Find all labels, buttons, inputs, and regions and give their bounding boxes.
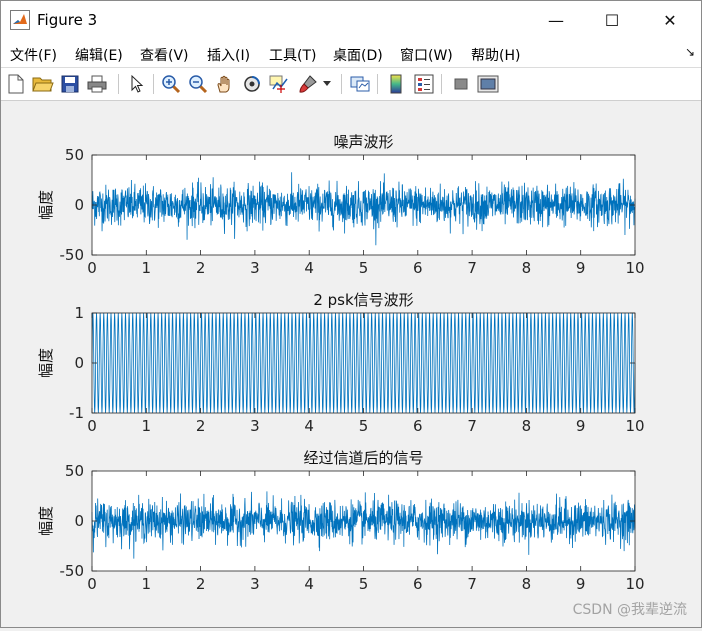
x-tick-label: 8 xyxy=(522,575,532,593)
x-tick-label: 9 xyxy=(576,259,586,277)
x-tick-label: 6 xyxy=(413,259,423,277)
x-tick-label: 6 xyxy=(413,417,423,435)
data-cursor-icon[interactable] xyxy=(268,73,290,95)
close-button[interactable]: ✕ xyxy=(647,1,693,39)
x-tick-label: 4 xyxy=(304,575,314,593)
maximize-icon: ☐ xyxy=(604,10,620,30)
x-tick-label: 6 xyxy=(413,575,423,593)
minimize-button[interactable]: — xyxy=(533,1,579,39)
x-tick-label: 1 xyxy=(142,575,152,593)
y-axis-label: 幅度 xyxy=(37,506,55,536)
legend-icon[interactable] xyxy=(413,73,435,95)
toolbar-separator xyxy=(441,74,442,94)
minimize-icon: — xyxy=(548,10,564,30)
x-tick-label: 0 xyxy=(87,417,97,435)
menu-edit[interactable]: 编辑(E) xyxy=(75,45,123,65)
plot-1: 0 1 2 3 4 5 6 7 8 9 10500-50噪声波形幅度 xyxy=(37,133,645,277)
x-tick-label: 2 xyxy=(196,417,206,435)
maximize-button[interactable]: ☐ xyxy=(589,1,635,39)
toolbar-separator xyxy=(118,74,119,94)
menu-view[interactable]: 查看(V) xyxy=(140,45,189,65)
plot-3: 0 1 2 3 4 5 6 7 8 9 10500-50经过信道后的信号幅度 xyxy=(37,449,645,593)
pan-hand-icon[interactable] xyxy=(214,73,236,95)
save-icon[interactable] xyxy=(59,73,81,95)
plot-title: 2 psk信号波形 xyxy=(313,291,413,309)
close-icon: ✕ xyxy=(663,10,677,30)
x-tick-label: 5 xyxy=(359,259,369,277)
plot-title: 经过信道后的信号 xyxy=(303,449,423,467)
brush-dropdown-icon[interactable] xyxy=(321,73,333,95)
x-tick-label: 0 xyxy=(87,259,97,277)
x-tick-label: 10 xyxy=(625,259,644,277)
brush-icon[interactable] xyxy=(297,73,319,95)
x-tick-label: 3 xyxy=(250,575,260,593)
menu-insert[interactable]: 插入(I) xyxy=(207,45,250,65)
y-tick-label: 1 xyxy=(74,304,84,322)
title-bar[interactable]: Figure 3 — ☐ ✕ xyxy=(1,1,701,39)
figure-window: Figure 3 — ☐ ✕ 文件(F) 编辑(E) 查看(V) 插入(I) 工… xyxy=(0,0,702,628)
x-tick-label: 4 xyxy=(304,259,314,277)
x-tick-label: 2 xyxy=(196,259,206,277)
y-tick-label: 50 xyxy=(65,462,84,480)
x-tick-label: 4 xyxy=(304,417,314,435)
x-tick-label: 1 xyxy=(142,259,152,277)
y-tick-label: -50 xyxy=(60,246,85,264)
x-tick-label: 2 xyxy=(196,575,206,593)
window-title: Figure 3 xyxy=(37,11,98,29)
toolbar-separator xyxy=(153,74,154,94)
select-arrow-icon[interactable] xyxy=(126,73,148,95)
x-tick-label: 7 xyxy=(467,575,477,593)
menu-window[interactable]: 窗口(W) xyxy=(400,45,453,65)
new-figure-icon[interactable] xyxy=(5,73,27,95)
x-tick-label: 3 xyxy=(250,417,260,435)
y-tick-label: 0 xyxy=(74,196,84,214)
plots-svg: 0 1 2 3 4 5 6 7 8 9 10500-50噪声波形幅度0 1 2 3 4 5 6 7 8 9 1010-1… xyxy=(37,133,645,593)
zoom-in-icon[interactable] xyxy=(160,73,182,95)
zoom-out-icon[interactable] xyxy=(187,73,209,95)
toolbar-separator xyxy=(341,74,342,94)
y-tick-label: 0 xyxy=(74,512,84,530)
open-file-icon[interactable] xyxy=(32,73,54,95)
dock-arrow-icon[interactable]: ↘ xyxy=(685,45,695,59)
y-tick-label: -1 xyxy=(69,404,84,422)
plot-title: 噪声波形 xyxy=(333,133,393,151)
rotate-3d-icon[interactable] xyxy=(241,73,263,95)
y-tick-label: 50 xyxy=(65,146,84,164)
hide-plot-tools-icon[interactable] xyxy=(450,73,472,95)
x-tick-label: 9 xyxy=(576,575,586,593)
figure-canvas[interactable]: 0 1 2 3 4 5 6 7 8 9 10 50 0 -50 噪声波形 幅度 0 1 2 3 4 5 6 7 8 9 10 1 0 -1… xyxy=(1,101,701,627)
x-tick-label: 5 xyxy=(359,575,369,593)
y-tick-label: 0 xyxy=(74,354,84,372)
y-axis-label: 幅度 xyxy=(37,190,55,220)
csdn-watermark: CSDN @我辈逆流 xyxy=(572,602,687,618)
matlab-logo-icon xyxy=(10,10,30,30)
x-tick-label: 8 xyxy=(522,259,532,277)
colorbar-icon[interactable] xyxy=(385,73,407,95)
x-tick-label: 1 xyxy=(142,417,152,435)
menu-tools[interactable]: 工具(T) xyxy=(269,45,316,65)
x-tick-label: 9 xyxy=(576,417,586,435)
x-tick-label: 7 xyxy=(467,259,477,277)
plot-2: 0 1 2 3 4 5 6 7 8 9 1010-12 psk信号波形幅度 xyxy=(37,291,645,435)
show-plot-tools-icon[interactable] xyxy=(477,73,499,95)
x-tick-label: 8 xyxy=(522,417,532,435)
menu-file[interactable]: 文件(F) xyxy=(10,45,57,65)
x-tick-label: 10 xyxy=(625,575,644,593)
menu-bar: 文件(F) 编辑(E) 查看(V) 插入(I) 工具(T) 桌面(D) 窗口(W… xyxy=(1,39,701,68)
x-tick-label: 10 xyxy=(625,417,644,435)
x-tick-label: 0 xyxy=(87,575,97,593)
link-plot-icon[interactable] xyxy=(349,73,371,95)
figure-toolbar xyxy=(1,68,701,101)
menu-desktop[interactable]: 桌面(D) xyxy=(333,45,383,65)
menu-help[interactable]: 帮助(H) xyxy=(471,45,520,65)
x-tick-label: 7 xyxy=(467,417,477,435)
print-icon[interactable] xyxy=(86,73,108,95)
y-tick-label: -50 xyxy=(60,562,85,580)
x-tick-label: 3 xyxy=(250,259,260,277)
toolbar-separator xyxy=(377,74,378,94)
x-tick-label: 5 xyxy=(359,417,369,435)
y-axis-label: 幅度 xyxy=(37,348,55,378)
